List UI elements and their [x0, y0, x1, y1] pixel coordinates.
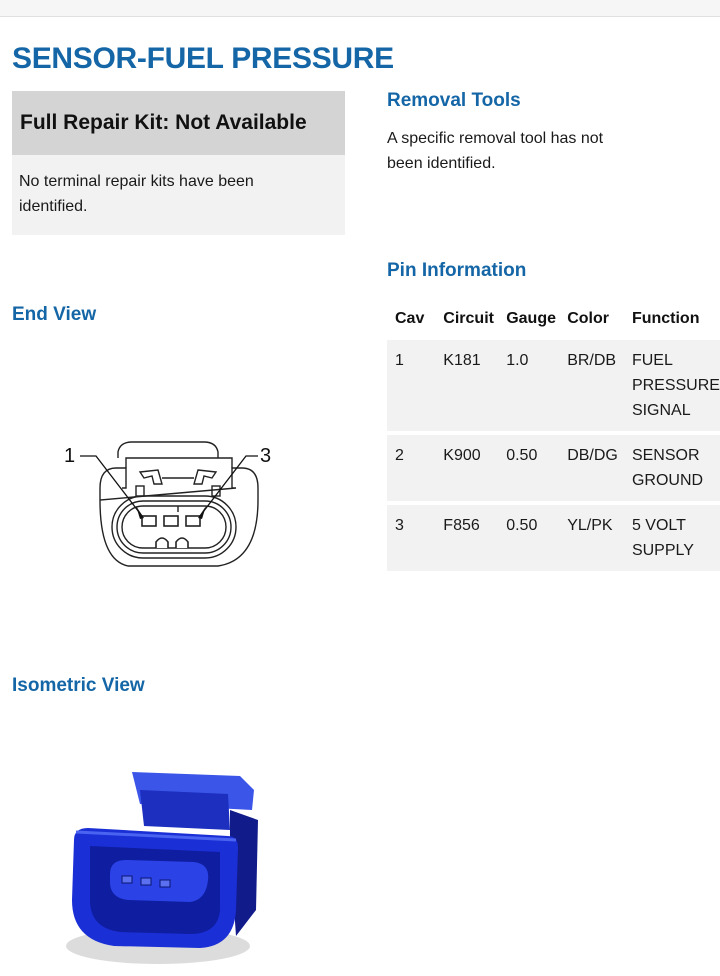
key-right [175, 537, 189, 548]
terminal-3 [159, 879, 171, 888]
cell-gauge: 1.0 [506, 340, 568, 431]
connector-top-body [140, 790, 230, 830]
cell-gauge: 0.50 [506, 505, 568, 571]
key-left [155, 537, 169, 548]
end-view-diagram: 1 3 [64, 441, 271, 567]
terminal-cavity-3 [185, 515, 201, 527]
cell-circuit: K900 [443, 435, 507, 501]
page-title: SENSOR-FUEL PRESSURE [12, 42, 394, 75]
col-cav: Cav [395, 310, 425, 327]
cell-function: 5 VOLT SUPPLY [631, 505, 720, 571]
repair-kit-header: Full Repair Kit: Not Available [12, 91, 345, 155]
top-bar [0, 0, 720, 17]
cell-gauge: 0.50 [506, 435, 568, 501]
isometric-view-heading: Isometric View [12, 675, 145, 696]
col-color: Color [567, 310, 609, 327]
removal-tools-text: A specific removal tool has not been ide… [387, 130, 604, 172]
isometric-view-image [66, 772, 258, 964]
end-view-heading: End View [12, 304, 97, 325]
latch-right [193, 469, 218, 485]
terminal-2 [140, 877, 152, 886]
repair-kit-body: No terminal repair kits have been identi… [12, 155, 345, 235]
latch-left [138, 469, 163, 485]
connector-top-ledge [125, 457, 233, 468]
terminal-cavity-2 [163, 515, 179, 527]
cell-cav: 1 [387, 340, 444, 431]
table-row: 2 K900 0.50 DB/DG SENSOR GROUND [387, 435, 720, 501]
terminal-1 [121, 875, 133, 884]
pin-information-heading: Pin Information [387, 260, 527, 281]
leader-line-1 [80, 455, 143, 517]
pin-table: Cav Circuit Gauge Color Function 1 K181 … [387, 300, 720, 575]
terminal-cavity-1 [141, 515, 157, 527]
cell-function: FUEL PRESSURE SIGNAL [631, 340, 720, 431]
pin-table-header: Cav Circuit Gauge Color Function [387, 304, 720, 336]
col-gauge: Gauge [506, 310, 556, 327]
removal-tools-heading: Removal Tools [387, 90, 521, 111]
repair-kit-heading: Full Repair Kit: Not Available [20, 111, 307, 134]
cell-cav: 3 [387, 505, 444, 571]
repair-kit-text: No terminal repair kits have been identi… [19, 173, 254, 215]
pin-label-1: 1 [64, 445, 75, 467]
cell-circuit: K181 [443, 340, 507, 431]
connector-latch-outline [117, 441, 219, 458]
table-row: 1 K181 1.0 BR/DB FUEL PRESSURE SIGNAL [387, 340, 720, 431]
seal-ring-middle [116, 500, 232, 554]
pin-label-3: 3 [260, 445, 271, 467]
cell-color: YL/PK [567, 505, 632, 571]
col-circuit: Circuit [443, 310, 494, 327]
cell-color: BR/DB [567, 340, 632, 431]
seal-ring-outer [111, 495, 237, 559]
col-function: Function [631, 310, 700, 327]
seal-ring-inner [121, 505, 227, 549]
cell-circuit: F856 [443, 505, 507, 571]
cell-cav: 2 [387, 435, 444, 501]
table-row: 3 F856 0.50 YL/PK 5 VOLT SUPPLY [387, 505, 720, 571]
cell-color: DB/DG [567, 435, 632, 501]
cell-function: SENSOR GROUND [631, 435, 720, 501]
